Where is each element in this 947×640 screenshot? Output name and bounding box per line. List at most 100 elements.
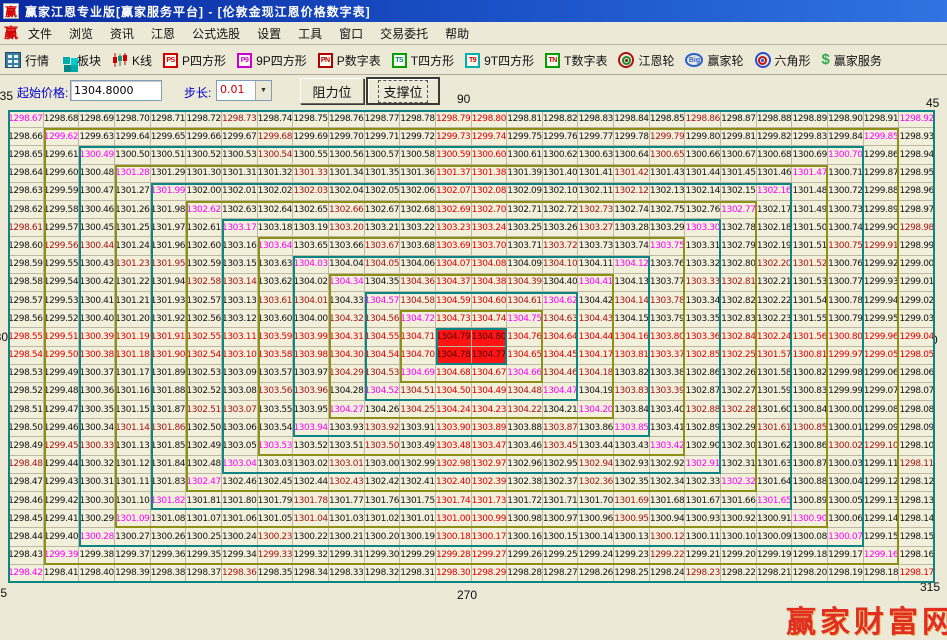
price-cell: 1302.61 bbox=[186, 219, 222, 237]
price-cell: 1300.13 bbox=[614, 528, 650, 546]
toolbar-item-t-number-table[interactable]: TNT数字表 bbox=[545, 52, 607, 69]
toolbar-item-sectors[interactable]: 板块 bbox=[60, 52, 101, 69]
menu-item-trade-entrust[interactable]: 交易委托 bbox=[380, 25, 428, 42]
price-cell: 1302.33 bbox=[685, 474, 721, 492]
toolbar-item-hexagon[interactable]: 六角形 bbox=[755, 52, 811, 69]
toolbar-item-t-square[interactable]: TST四方形 bbox=[392, 52, 454, 69]
price-cell: 1303.68 bbox=[400, 237, 436, 255]
price-cell: 1298.74 bbox=[258, 110, 294, 128]
menu-item-browse[interactable]: 浏览 bbox=[69, 25, 93, 42]
price-cell: 1299.87 bbox=[864, 165, 900, 183]
price-cell: 1304.29 bbox=[329, 365, 365, 383]
toolbar-item-market[interactable]: 行情 bbox=[5, 52, 49, 69]
price-cell: 1298.48 bbox=[8, 456, 44, 474]
price-cell: 1303.76 bbox=[650, 256, 686, 274]
price-cell: 1302.45 bbox=[258, 474, 294, 492]
toolbar-item-winner-service[interactable]: $赢家服务 bbox=[822, 52, 882, 69]
price-cell: 1298.12 bbox=[899, 474, 935, 492]
price-cell: 1304.13 bbox=[614, 274, 650, 292]
menu-item-formula-stock-pick[interactable]: 公式选股 bbox=[192, 25, 240, 42]
price-cell: 1298.18 bbox=[864, 565, 900, 583]
price-cell: 1302.67 bbox=[365, 201, 401, 219]
price-cell: 1304.62 bbox=[543, 292, 579, 310]
price-cell: 1299.79 bbox=[650, 128, 686, 146]
price-cell: 1299.39 bbox=[44, 547, 80, 565]
price-cell: 1298.88 bbox=[757, 110, 793, 128]
price-cell: 1299.32 bbox=[293, 547, 329, 565]
price-cell: 1300.07 bbox=[828, 528, 864, 546]
price-cell: 1303.02 bbox=[293, 456, 329, 474]
price-cell: 1304.05 bbox=[365, 256, 401, 274]
step-combobox[interactable]: 0.01 ▼ bbox=[216, 80, 272, 101]
menu-item-window[interactable]: 窗口 bbox=[339, 25, 363, 42]
menu-item-help[interactable]: 帮助 bbox=[445, 25, 469, 42]
price-cell: 1301.45 bbox=[721, 165, 757, 183]
price-cell: 1303.93 bbox=[329, 419, 365, 437]
price-cell: 1299.94 bbox=[864, 292, 900, 310]
menu-item-news[interactable]: 资讯 bbox=[110, 25, 134, 42]
price-cell: 1300.91 bbox=[757, 510, 793, 528]
price-cell: 1304.28 bbox=[329, 383, 365, 401]
price-cell: 1303.59 bbox=[258, 328, 294, 346]
price-cell: 1301.95 bbox=[151, 256, 187, 274]
resistance-button[interactable]: 阻力位 bbox=[300, 78, 364, 104]
price-cell: 1301.14 bbox=[115, 419, 151, 437]
price-cell: 1302.01 bbox=[222, 183, 258, 201]
toolbar-item-kline[interactable]: K线 bbox=[112, 52, 152, 69]
price-cell: 1298.37 bbox=[186, 565, 222, 583]
toolbar-item-p-square[interactable]: PSP四方形 bbox=[163, 52, 226, 69]
price-cell: 1302.98 bbox=[436, 456, 472, 474]
price-cell: 1300.38 bbox=[79, 347, 115, 365]
toolbar-label-winner-service: 赢家服务 bbox=[834, 52, 882, 69]
price-cell: 1300.94 bbox=[650, 510, 686, 528]
price-cell: 1304.04 bbox=[329, 256, 365, 274]
support-button[interactable]: 支撑位 bbox=[366, 77, 440, 105]
price-cell: 1299.16 bbox=[864, 547, 900, 565]
price-cell: 1298.85 bbox=[650, 110, 686, 128]
price-cell: 1299.23 bbox=[614, 547, 650, 565]
menu-item-settings[interactable]: 设置 bbox=[257, 25, 281, 42]
toolbar-item-p-number-table[interactable]: PNP数字表 bbox=[318, 52, 381, 69]
price-cell: 1298.99 bbox=[899, 237, 935, 255]
price-cell: 1303.86 bbox=[578, 419, 614, 437]
price-cell: 1299.91 bbox=[864, 237, 900, 255]
price-cell: 1304.46 bbox=[543, 365, 579, 383]
price-cell: 1301.11 bbox=[115, 474, 151, 492]
menu-item-tools[interactable]: 工具 bbox=[298, 25, 322, 42]
toolbar-item-9t-square[interactable]: T99T四方形 bbox=[465, 52, 534, 69]
price-cell: 1302.84 bbox=[721, 328, 757, 346]
price-cell: 1298.72 bbox=[186, 110, 222, 128]
toolbar-item-9p-square[interactable]: P99P四方形 bbox=[237, 52, 307, 69]
menu-item-file[interactable]: 文件 bbox=[28, 25, 52, 42]
price-cell: 1298.29 bbox=[472, 565, 508, 583]
price-cell: 1304.56 bbox=[365, 310, 401, 328]
price-cell: 1301.82 bbox=[151, 492, 187, 510]
price-cell: 1299.15 bbox=[864, 528, 900, 546]
price-cell: 1298.76 bbox=[329, 110, 365, 128]
price-cell: 1303.58 bbox=[258, 347, 294, 365]
price-cell: 1304.80 bbox=[472, 328, 508, 346]
price-cell: 1299.57 bbox=[44, 219, 80, 237]
menu-item-gann[interactable]: 江恩 bbox=[151, 25, 175, 42]
toolbar-item-winner-wheel[interactable]: Big赢家轮 bbox=[685, 52, 743, 69]
price-cell: 1304.63 bbox=[543, 310, 579, 328]
price-cell: 1304.30 bbox=[329, 347, 365, 365]
price-cell: 1304.77 bbox=[472, 347, 508, 365]
price-cell: 1300.21 bbox=[329, 528, 365, 546]
price-cell: 1298.52 bbox=[8, 383, 44, 401]
price-cell: 1303.61 bbox=[258, 292, 294, 310]
price-cell: 1299.72 bbox=[400, 128, 436, 146]
price-cell: 1303.43 bbox=[614, 437, 650, 455]
toolbar-item-gann-wheel[interactable]: 江恩轮 bbox=[618, 52, 674, 69]
chevron-down-icon[interactable]: ▼ bbox=[255, 81, 271, 100]
price-cell: 1300.76 bbox=[828, 256, 864, 274]
price-cell: 1303.48 bbox=[436, 437, 472, 455]
price-cell: 1298.57 bbox=[8, 292, 44, 310]
price-cell: 1303.18 bbox=[258, 219, 294, 237]
price-cell: 1298.89 bbox=[792, 110, 828, 128]
price-cell: 1298.49 bbox=[8, 437, 44, 455]
price-cell: 1303.79 bbox=[650, 310, 686, 328]
start-price-input[interactable] bbox=[70, 80, 162, 101]
price-cell: 1303.46 bbox=[507, 437, 543, 455]
price-cell: 1301.83 bbox=[151, 474, 187, 492]
